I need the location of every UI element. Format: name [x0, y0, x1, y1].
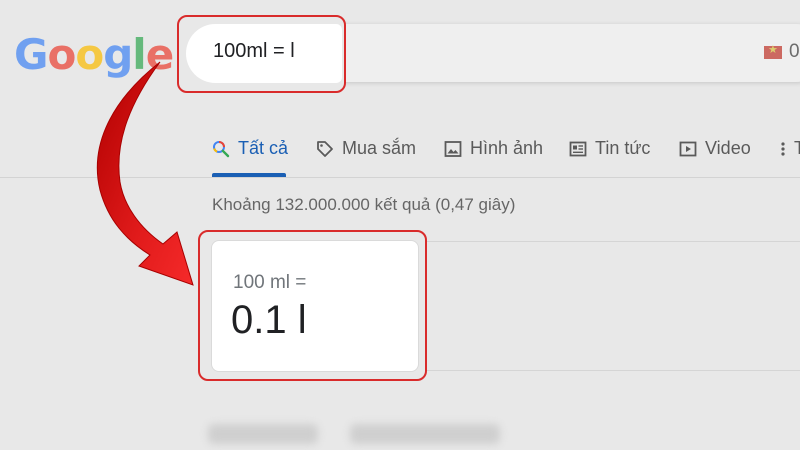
google-results-page: Google 0 100ml = l Tất cả Mua sắm — [0, 0, 800, 450]
red-arrow-annotation — [96, 61, 194, 286]
